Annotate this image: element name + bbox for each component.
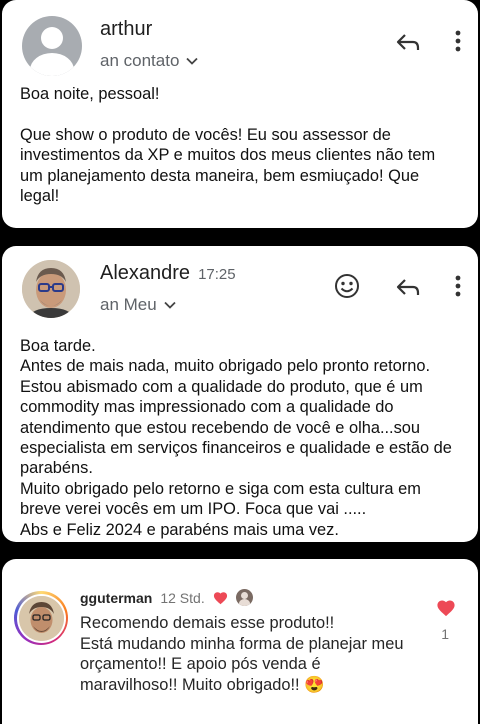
reply-icon xyxy=(396,279,420,295)
recipient-label: an Meu xyxy=(100,295,157,314)
commenter-avatar[interactable] xyxy=(14,591,68,645)
reply-button[interactable] xyxy=(392,28,424,56)
sender-name: Alexandre xyxy=(100,262,191,284)
like-heart-icon xyxy=(437,600,455,617)
recipient-label: an contato xyxy=(100,51,180,70)
more-options-button[interactable] xyxy=(446,28,470,54)
sender-name: arthur xyxy=(100,18,153,40)
like-button[interactable] xyxy=(436,599,456,622)
more-vert-icon xyxy=(455,275,461,297)
chevron-down-icon[interactable] xyxy=(185,54,199,68)
commenter-username[interactable]: gguterman xyxy=(80,590,152,606)
email-body: Boa noite, pessoal! Que show o produto d… xyxy=(20,85,436,206)
author-mini-avatar xyxy=(235,589,253,606)
recipient-line[interactable]: an contato xyxy=(100,51,199,71)
email-card-arthur: arthur an contato Boa noite, pessoal! Qu… xyxy=(2,0,478,228)
email-time: 17:25 xyxy=(198,266,236,283)
chevron-down-icon[interactable] xyxy=(163,298,177,312)
more-options-button[interactable] xyxy=(446,273,470,299)
email-body: Boa tarde. Antes de mais nada, muito obr… xyxy=(20,337,452,539)
comment-text: Recomendo demais esse produto!! Está mud… xyxy=(80,614,404,694)
default-avatar-icon[interactable] xyxy=(22,16,82,76)
email-card-alexandre: Alexandre 17:25 an Meu Boa tarde. Antes d… xyxy=(2,246,478,542)
emoji-reaction-button[interactable] xyxy=(332,271,362,301)
reply-icon xyxy=(396,34,420,50)
comment-header: gguterman 12 Std. xyxy=(80,589,253,606)
sender-name-row: Alexandre 17:25 xyxy=(100,262,236,285)
sender-avatar[interactable] xyxy=(22,260,80,318)
like-count: 1 xyxy=(441,626,449,642)
heart-icon xyxy=(213,591,227,604)
more-vert-icon xyxy=(455,30,461,52)
recipient-line[interactable]: an Meu xyxy=(100,295,177,315)
comment-time: 12 Std. xyxy=(160,589,205,606)
reply-button[interactable] xyxy=(392,273,424,301)
instagram-comment-card: gguterman 12 Std. Recomendo demais esse … xyxy=(2,559,478,724)
emoji-icon xyxy=(335,274,359,298)
